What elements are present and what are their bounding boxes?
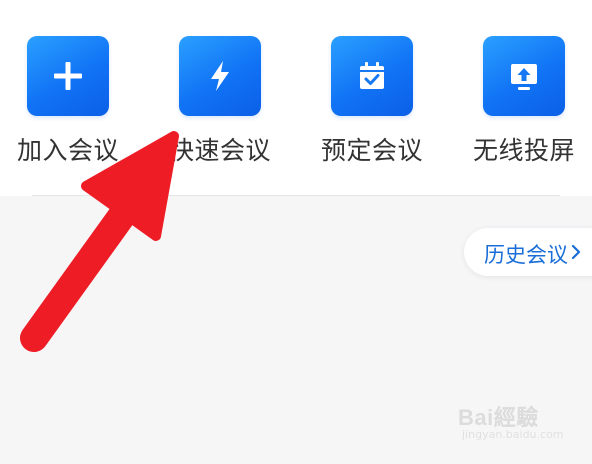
screen-cast-icon [511,64,537,90]
quick-meeting-button[interactable]: 快速会议 [146,0,294,180]
schedule-meeting-button[interactable]: 预定会议 [298,0,446,180]
lightning-icon [211,61,229,91]
join-meeting-tile [27,36,109,116]
schedule-meeting-tile [331,36,413,116]
quick-meeting-tile [179,36,261,116]
calendar-check-icon [360,62,384,89]
quick-meeting-label: 快速会议 [168,136,271,165]
schedule-meeting-label: 预定会议 [320,136,423,165]
history-meetings-label: 历史会议 [484,243,568,267]
chevron-right-icon [571,244,581,260]
join-meeting-label: 加入会议 [16,136,119,165]
history-meetings-button[interactable]: 历史会议 [464,228,592,276]
join-meeting-button[interactable]: 加入会议 [0,0,142,180]
divider [32,195,560,196]
watermark-url: jingyan.baidu.com [462,428,564,441]
wireless-cast-tile [483,36,565,116]
baidu-watermark: Bai經驗 jingyan.baidu.com [452,398,564,448]
quick-actions-panel: 加入会议 快速会议 预定会议 无线投屏 [0,0,592,196]
plus-icon [54,62,82,90]
wireless-cast-label: 无线投屏 [472,136,575,165]
wireless-cast-button[interactable]: 无线投屏 [450,0,592,180]
